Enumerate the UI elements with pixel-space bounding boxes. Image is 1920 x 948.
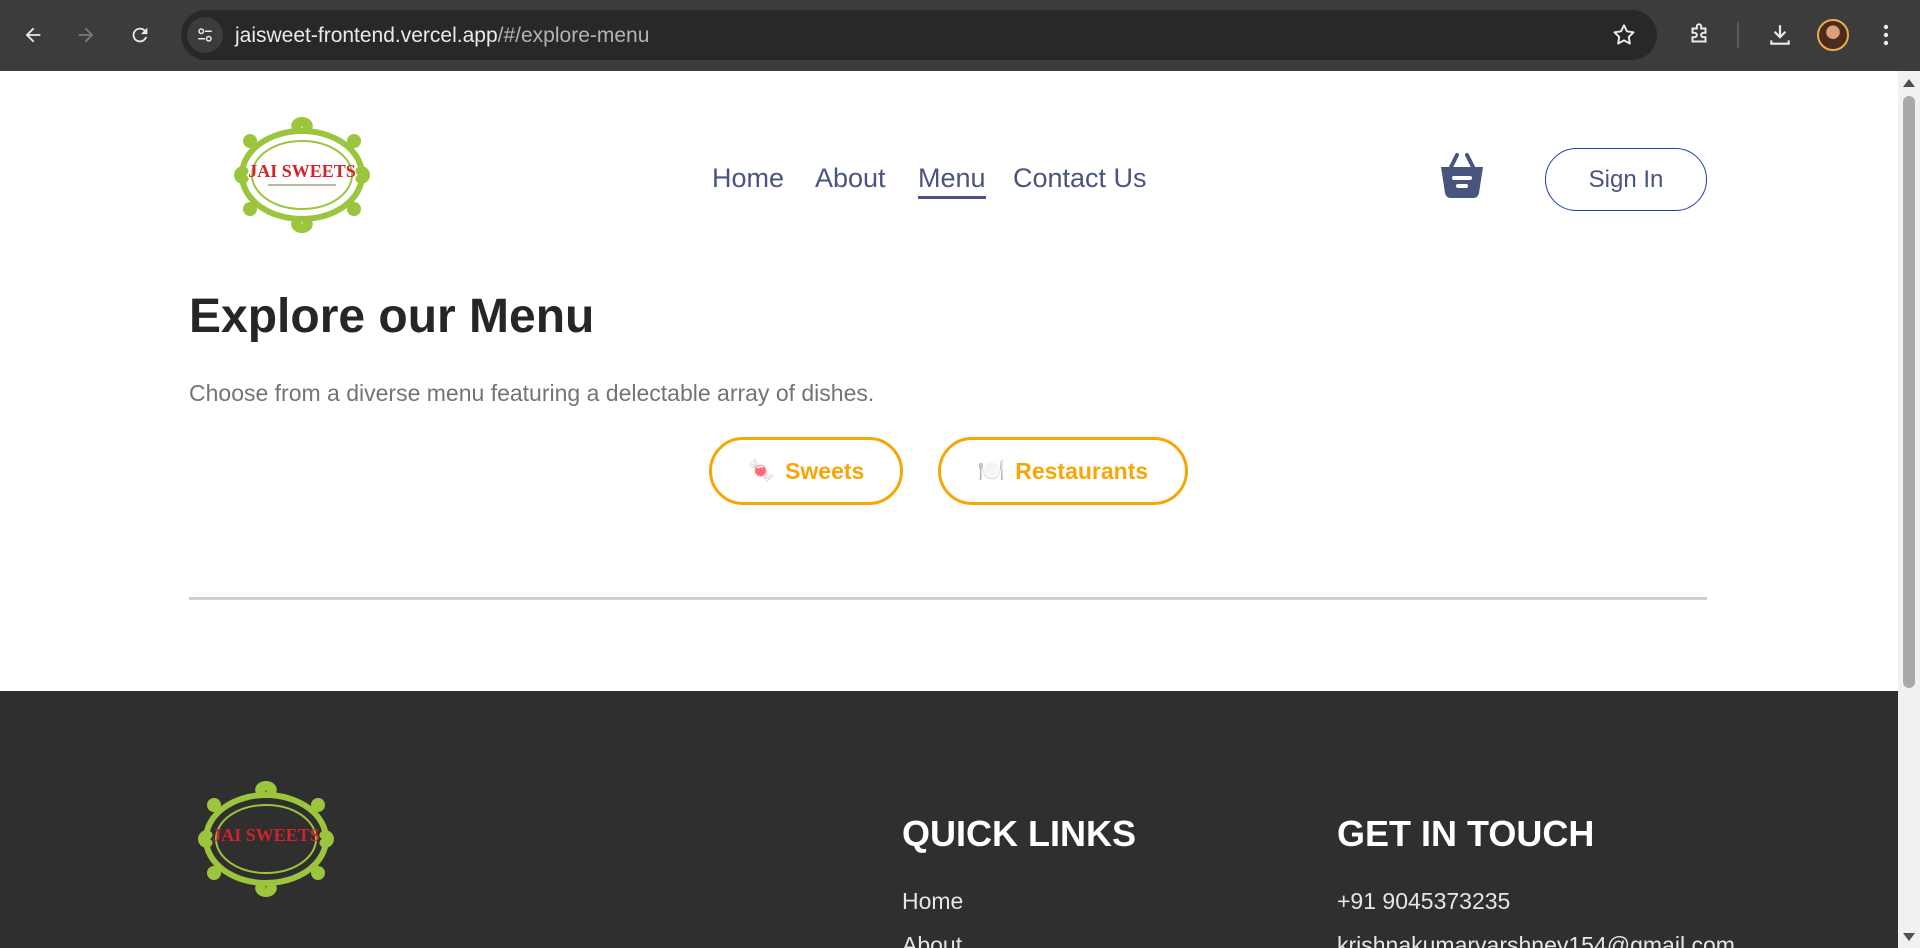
page-subtitle: Choose from a diverse menu featuring a d… xyxy=(189,380,875,406)
nav-home[interactable]: Home xyxy=(712,163,784,194)
back-arrow-icon xyxy=(25,27,41,43)
downloads-button[interactable] xyxy=(1762,17,1798,53)
logo-text: JAI SWEETS xyxy=(248,161,356,181)
candy-icon: 🍬 xyxy=(747,458,776,483)
star-icon xyxy=(1613,24,1635,45)
footer-logo: JAI SWEETS xyxy=(192,777,340,901)
cart-button[interactable] xyxy=(1437,151,1487,201)
category-restaurants-button[interactable]: 🍽️ Restaurants xyxy=(938,437,1188,505)
bookmark-star-button[interactable] xyxy=(1611,22,1637,53)
get-in-touch-heading: GET IN TOUCH xyxy=(1337,813,1595,854)
footer-link-home[interactable]: Home xyxy=(902,888,963,915)
extensions-button[interactable] xyxy=(1681,17,1717,53)
footer-phone: +91 9045373235 xyxy=(1337,888,1511,914)
footer-link-about[interactable]: About xyxy=(902,932,962,948)
footer-email[interactable]: krishnakumarvarshney154@gmail.com xyxy=(1337,932,1735,948)
toolbar-separator xyxy=(1737,22,1739,48)
download-icon xyxy=(1770,25,1790,45)
reload-button[interactable] xyxy=(122,17,158,53)
browser-menu-button[interactable] xyxy=(1868,17,1904,53)
brand-logo[interactable]: JAI SWEETS xyxy=(228,113,376,237)
scroll-up-arrow-icon[interactable] xyxy=(1903,79,1915,87)
reload-icon xyxy=(132,27,148,43)
tune-icon xyxy=(198,28,212,42)
plate-cutlery-icon: 🍽️ xyxy=(977,458,1006,483)
footer-logo-text: JAI SWEETS xyxy=(212,825,320,845)
quick-links-heading: QUICK LINKS xyxy=(902,813,1136,854)
nav-about[interactable]: About xyxy=(815,163,886,194)
profile-avatar[interactable] xyxy=(1817,19,1849,51)
scroll-down-arrow-icon[interactable] xyxy=(1903,933,1915,941)
site-footer: JAI SWEETS QUICK LINKS Home About GET IN… xyxy=(0,691,1898,948)
category-label: Restaurants xyxy=(1015,457,1149,484)
sign-in-button[interactable]: Sign In xyxy=(1545,148,1707,211)
section-divider xyxy=(189,597,1707,600)
url-text: jaisweet-frontend.vercel.app/#/explore-m… xyxy=(235,24,650,47)
nav-contact-us[interactable]: Contact Us xyxy=(1013,163,1147,194)
back-button[interactable] xyxy=(15,17,51,53)
nav-menu[interactable]: Menu xyxy=(918,163,986,199)
category-sweets-button[interactable]: 🍬 Sweets xyxy=(709,437,903,505)
address-bar[interactable]: jaisweet-frontend.vercel.app/#/explore-m… xyxy=(181,10,1657,60)
basket-icon xyxy=(1441,153,1483,198)
page-content: JAI SWEETS Home About Menu Contact Us Si… xyxy=(0,71,1898,691)
puzzle-icon xyxy=(1691,23,1707,43)
forward-button[interactable] xyxy=(68,17,104,53)
page-scrollbar[interactable] xyxy=(1898,71,1920,948)
forward-arrow-icon xyxy=(78,27,94,43)
scrollbar-thumb[interactable] xyxy=(1903,96,1915,688)
category-label: Sweets xyxy=(785,457,865,484)
more-vert-icon xyxy=(1883,24,1889,46)
page-title: Explore our Menu xyxy=(189,290,595,343)
browser-toolbar: jaisweet-frontend.vercel.app/#/explore-m… xyxy=(0,0,1920,71)
site-info-button[interactable] xyxy=(187,17,223,53)
